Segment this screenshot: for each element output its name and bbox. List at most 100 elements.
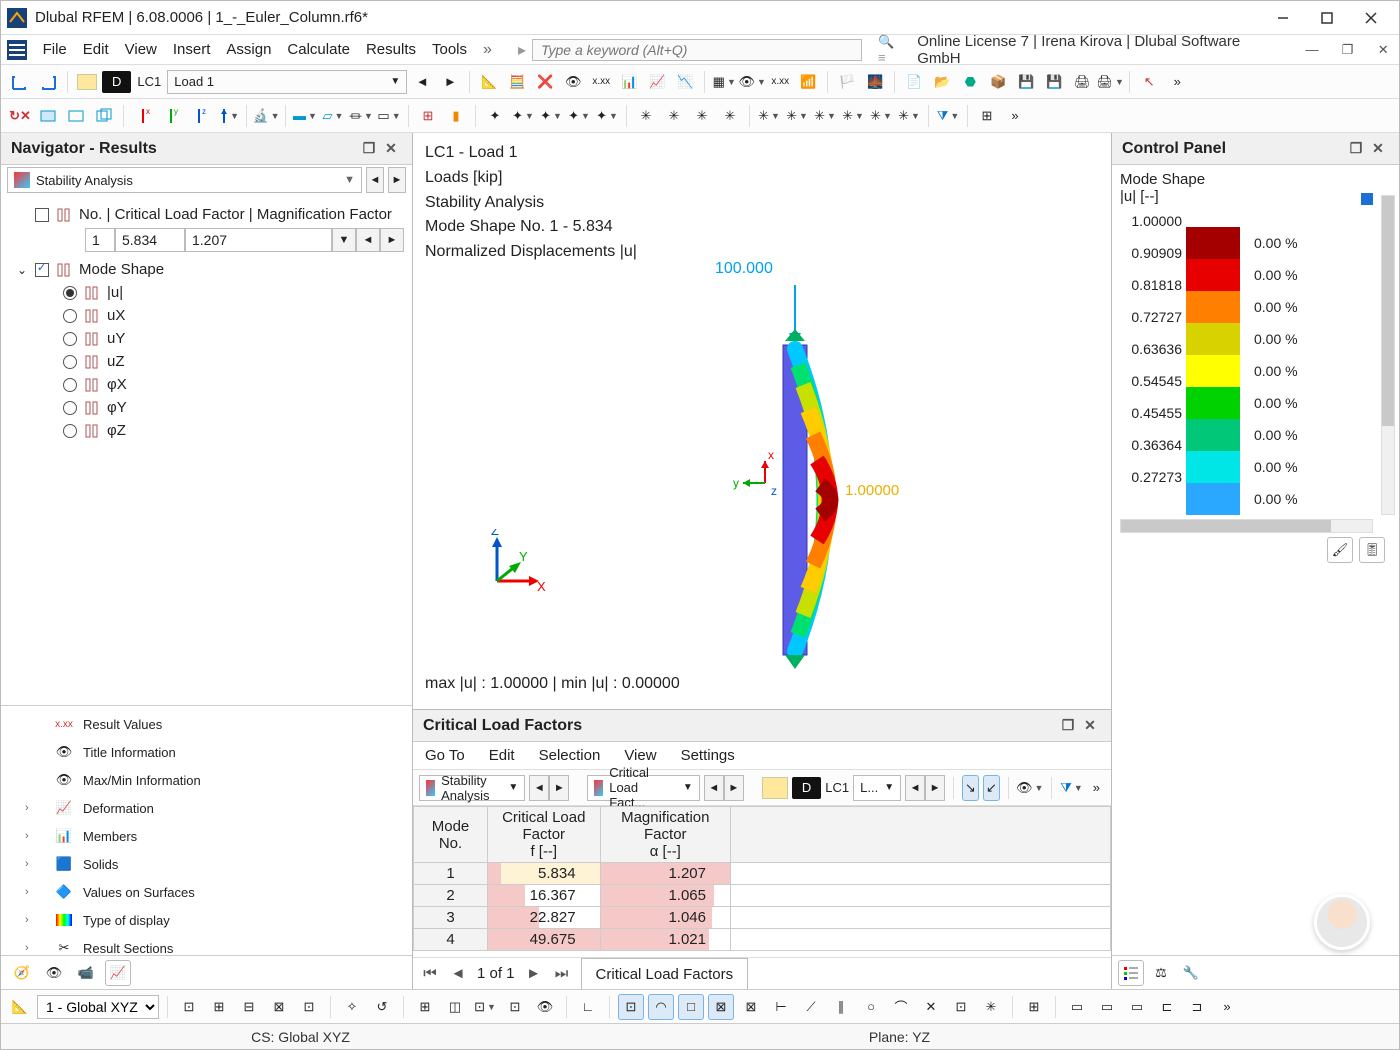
gb6[interactable]: ✧: [339, 994, 365, 1020]
menu-assign[interactable]: Assign: [226, 41, 271, 58]
mode-opt-radio[interactable]: [63, 309, 77, 323]
navigator-close-icon[interactable]: ✕: [380, 140, 402, 157]
search-input[interactable]: [532, 39, 862, 61]
close-button[interactable]: [1349, 3, 1393, 33]
tool-box1[interactable]: [35, 103, 61, 129]
table-sel2[interactable]: Critical Load Fact...▼: [587, 775, 699, 801]
table-row-no[interactable]: 1: [414, 863, 488, 885]
gb15[interactable]: ⊢: [768, 994, 794, 1020]
navigator-header[interactable]: Navigator - Results ❐ ✕: [1, 133, 412, 165]
tool-load-l4[interactable]: ✦▼: [594, 103, 620, 129]
table-sel1[interactable]: Stability Analysis▼: [419, 775, 525, 801]
menu-edit[interactable]: Edit: [83, 41, 109, 58]
tool-load-l2[interactable]: ✦▼: [538, 103, 564, 129]
search-clear-icon[interactable]: ▸: [518, 40, 526, 60]
gb11[interactable]: ⊡: [502, 994, 528, 1020]
gb7[interactable]: ↺: [369, 994, 395, 1020]
tool-plate[interactable]: ▭▼: [376, 103, 402, 129]
tool-load-l1[interactable]: ✦▼: [510, 103, 536, 129]
gb18[interactable]: ○: [858, 994, 884, 1020]
nav-f3[interactable]: 📹: [73, 960, 99, 986]
tool-s7[interactable]: ✳▼: [812, 103, 838, 129]
loadcase-tag[interactable]: D: [102, 71, 131, 93]
tool-loadcase-color[interactable]: [74, 69, 100, 95]
navigator-analysis-prev[interactable]: ◄: [366, 167, 384, 193]
nav-f4[interactable]: 📈: [105, 960, 131, 986]
lc-prev[interactable]: ◄: [905, 775, 925, 801]
table-tool-eye[interactable]: 👁▼: [1017, 775, 1043, 801]
gb-snap4[interactable]: ⊠: [708, 994, 734, 1020]
loadcase-next[interactable]: ►: [437, 69, 463, 95]
factor-dd[interactable]: ▼: [332, 228, 356, 252]
factor-prev[interactable]: ◄: [356, 228, 380, 252]
mode-opt-radio[interactable]: [63, 286, 77, 300]
tool-open[interactable]: 📂: [929, 69, 955, 95]
tool-s10[interactable]: ✳▼: [896, 103, 922, 129]
tool-box2[interactable]: [63, 103, 89, 129]
gb17[interactable]: ∥: [828, 994, 854, 1020]
viewport[interactable]: LC1 - Load 1 Loads [kip] Stability Analy…: [413, 133, 1111, 709]
tool-star3[interactable]: ✳: [689, 103, 715, 129]
gb1[interactable]: ⊡: [176, 994, 202, 1020]
tool-pkg[interactable]: 📦: [985, 69, 1011, 95]
tool-save[interactable]: 💾: [1013, 69, 1039, 95]
gb-cs[interactable]: 📐: [7, 994, 33, 1020]
gb10[interactable]: ⊡▼: [472, 994, 498, 1020]
pg-last[interactable]: ⏭: [553, 965, 571, 982]
tool-eye2[interactable]: 👁▼: [739, 69, 765, 95]
tool-micro[interactable]: 🔬▼: [253, 103, 279, 129]
menu-tools[interactable]: Tools: [432, 41, 467, 58]
cp-btn-a[interactable]: 🖌: [1327, 537, 1353, 563]
tool-a3[interactable]: ❌: [532, 69, 558, 95]
minimize-button[interactable]: [1261, 3, 1305, 33]
menu-results[interactable]: Results: [366, 41, 416, 58]
lower-expander[interactable]: ›: [25, 942, 37, 954]
gb-snap2[interactable]: ◠: [648, 994, 674, 1020]
menu-calculate[interactable]: Calculate: [287, 41, 350, 58]
sub-minimize[interactable]: —: [1302, 42, 1322, 57]
lower-expander[interactable]: ›: [25, 914, 37, 926]
tool-flag[interactable]: 🏳️: [834, 69, 860, 95]
cp-btn-b[interactable]: 🎚: [1359, 537, 1385, 563]
mode-opt-radio[interactable]: [63, 378, 77, 392]
table-lc-tag[interactable]: D: [792, 777, 821, 799]
gb5[interactable]: ⊡: [296, 994, 322, 1020]
factor-f[interactable]: 5.834: [115, 228, 185, 252]
tool-star4[interactable]: ✳: [717, 103, 743, 129]
lower-expander[interactable]: ›: [25, 802, 37, 814]
tool-b3[interactable]: 📉: [672, 69, 698, 95]
table-row-no[interactable]: 4: [414, 929, 488, 951]
nav-f2[interactable]: 👁: [41, 960, 67, 986]
tool-a1[interactable]: 📐: [476, 69, 502, 95]
sel2-prev[interactable]: ◄: [704, 775, 724, 801]
sel2-next[interactable]: ►: [724, 775, 744, 801]
assistant-avatar[interactable]: [1314, 894, 1370, 950]
tool-grid2[interactable]: ⊞: [974, 103, 1000, 129]
tool-more1[interactable]: »: [1164, 69, 1190, 95]
gb28[interactable]: ⊐: [1184, 994, 1210, 1020]
tool-cursor[interactable]: ↖: [1136, 69, 1162, 95]
tool-new[interactable]: 📄: [901, 69, 927, 95]
cp-top-toggle[interactable]: [1361, 193, 1373, 205]
tool-load-l3[interactable]: ✦▼: [566, 103, 592, 129]
tool-bridge[interactable]: 🌉: [862, 69, 888, 95]
tool-more2[interactable]: »: [1002, 103, 1028, 129]
gb25[interactable]: ▭: [1094, 994, 1120, 1020]
gb19[interactable]: ⌒: [888, 994, 914, 1020]
tool-star1[interactable]: ✳: [633, 103, 659, 129]
tool-mesh1[interactable]: ⊞: [415, 103, 441, 129]
lower-expander[interactable]: ›: [25, 830, 37, 842]
tool-b1[interactable]: 📊: [616, 69, 642, 95]
tmenu-view[interactable]: View: [624, 747, 656, 764]
cp-close-icon[interactable]: ✕: [1367, 140, 1389, 157]
tool-s9[interactable]: ✳▼: [868, 103, 894, 129]
menu-more[interactable]: »: [483, 41, 492, 59]
tool-arrx[interactable]: x: [130, 103, 156, 129]
gb26[interactable]: ▭: [1124, 994, 1150, 1020]
tool-star2[interactable]: ✳: [661, 103, 687, 129]
mode-opt-radio[interactable]: [63, 424, 77, 438]
mode-opt-radio[interactable]: [63, 401, 77, 415]
gb23[interactable]: ⊞: [1021, 994, 1047, 1020]
tool-layer2[interactable]: ▱▼: [320, 103, 346, 129]
cp-undock-icon[interactable]: ❐: [1345, 140, 1367, 157]
